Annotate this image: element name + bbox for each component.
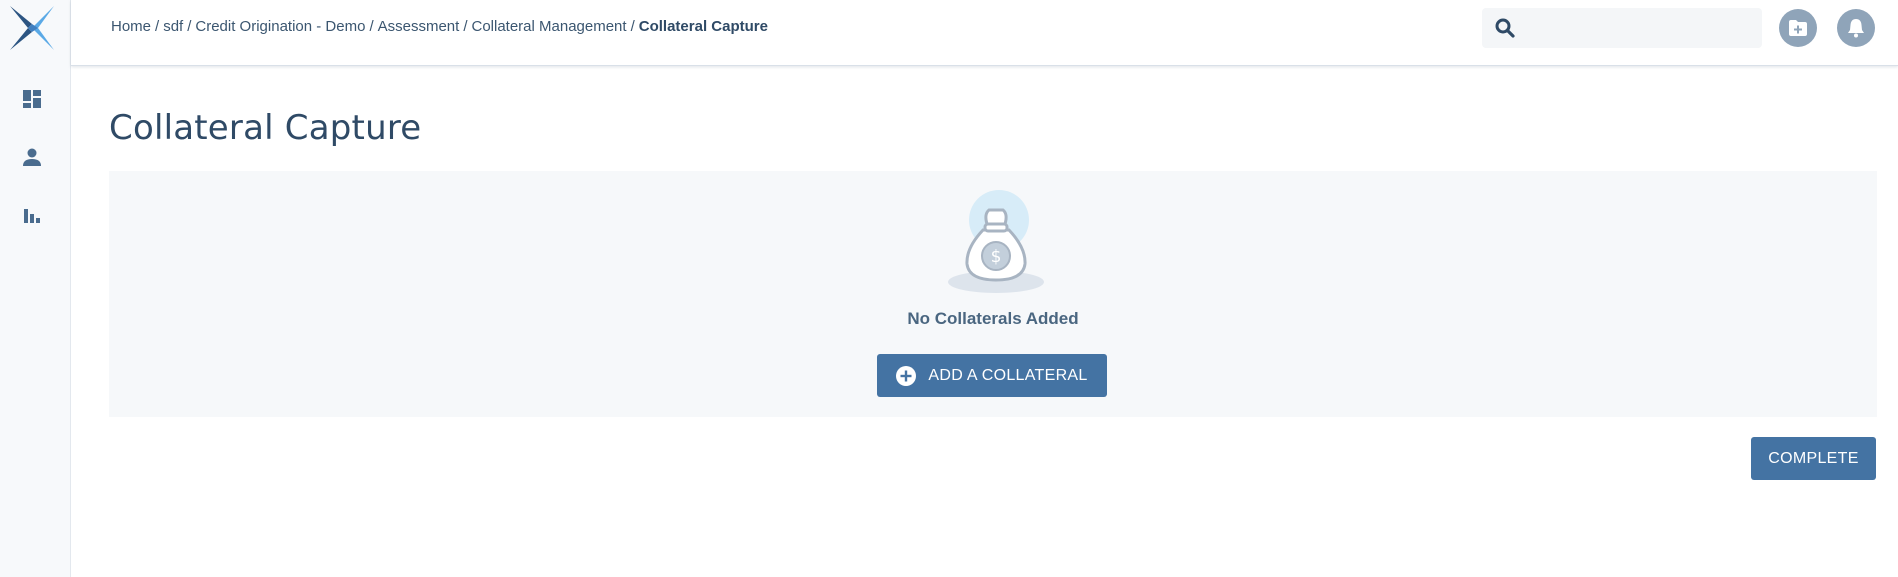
add-folder-icon <box>1789 20 1807 36</box>
bell-icon <box>1848 19 1864 38</box>
bar-chart-icon <box>24 209 40 223</box>
x-logo-icon <box>10 6 54 50</box>
sidebar <box>0 0 71 577</box>
breadcrumb-separator: / <box>187 18 192 35</box>
breadcrumb-separator: / <box>369 18 374 35</box>
breadcrumb-collateral-management[interactable]: Collateral Management <box>471 18 626 35</box>
plus-circle-icon <box>896 365 917 386</box>
notifications-button[interactable] <box>1837 9 1875 47</box>
breadcrumb-current: Collateral Capture <box>638 18 768 35</box>
svg-text:$: $ <box>991 247 1002 267</box>
breadcrumb-separator: / <box>155 18 160 35</box>
breadcrumb-sdf[interactable]: sdf <box>163 18 183 35</box>
top-bar: Home / sdf / Credit Origination - Demo / Asses… <box>71 0 1898 66</box>
add-collateral-label: ADD A COLLATERAL <box>928 366 1088 384</box>
complete-button[interactable]: COMPLETE <box>1751 437 1876 480</box>
person-icon <box>23 148 41 166</box>
breadcrumb-separator: / <box>630 18 635 35</box>
breadcrumb-home[interactable]: Home <box>111 18 151 35</box>
breadcrumb-assessment[interactable]: Assessment <box>378 18 460 35</box>
sidebar-item-reports[interactable] <box>16 199 48 231</box>
money-bag-icon: $ <box>941 190 1051 300</box>
sidebar-item-dashboard[interactable] <box>16 83 48 115</box>
search-input[interactable] <box>1528 8 1762 48</box>
search-icon[interactable] <box>1482 18 1528 38</box>
breadcrumb: Home / sdf / Credit Origination - Demo / Asses… <box>111 18 768 35</box>
add-collateral-button[interactable]: ADD A COLLATERAL <box>877 354 1107 397</box>
breadcrumb-separator: / <box>463 18 468 35</box>
empty-state-panel: $ No Collaterals Added ADD A COLLATERAL <box>109 171 1877 417</box>
search-box[interactable] <box>1482 8 1762 48</box>
add-folder-button[interactable] <box>1779 9 1817 47</box>
dashboard-icon <box>23 90 41 108</box>
sidebar-item-users[interactable] <box>16 141 48 173</box>
empty-state-message: No Collaterals Added <box>907 309 1079 328</box>
page-title: Collateral Capture <box>109 108 422 148</box>
app-logo[interactable] <box>8 4 56 52</box>
breadcrumb-credit-origination[interactable]: Credit Origination - Demo <box>195 18 365 35</box>
